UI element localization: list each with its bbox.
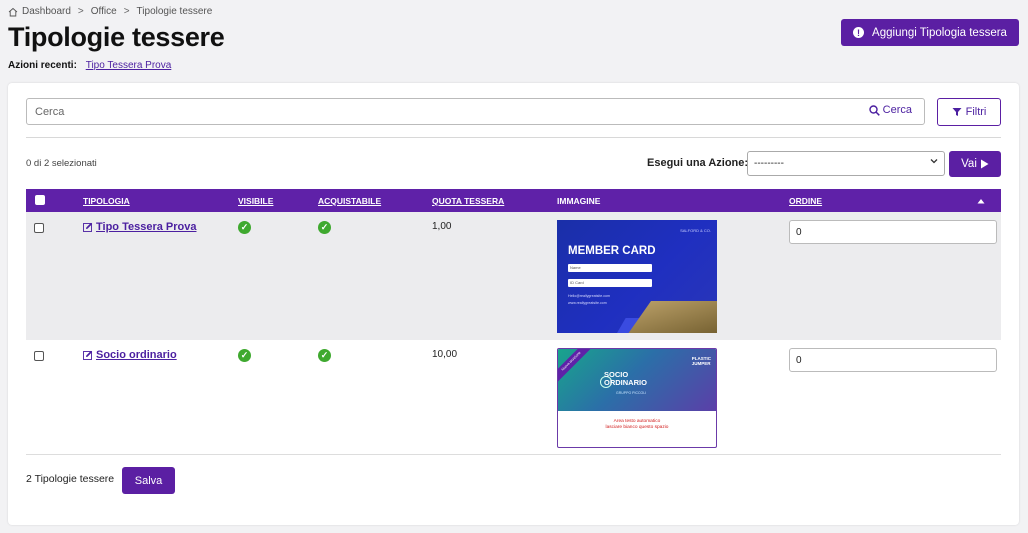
- filter-button[interactable]: Filtri: [937, 98, 1001, 126]
- breadcrumb-dashboard[interactable]: Dashboard: [22, 6, 71, 17]
- home-icon[interactable]: [8, 7, 18, 17]
- column-immagine: IMMAGINE: [557, 195, 601, 206]
- card-type-link[interactable]: Socio ordinario: [83, 349, 177, 361]
- divider: [26, 137, 1001, 138]
- action-select-value: ---------: [754, 158, 784, 169]
- table-row: Socio ordinario ✓ ✓ 10,00 Nuova iscrizio…: [26, 340, 1001, 454]
- card-field: ID Card: [568, 279, 652, 287]
- chevron-down-icon: [930, 159, 938, 164]
- recent-actions-label: Azioni recenti:: [8, 60, 77, 71]
- socio-card-image: Nuova iscrizione SOCIO ORDINARIO GRUPPO P…: [557, 348, 717, 448]
- fee-value: 1,00: [432, 221, 452, 232]
- filter-icon: [952, 108, 962, 116]
- search-bar: Cerca: [26, 98, 925, 125]
- main-card: Cerca Filtri 0 di 2 selezionati Esegui u…: [8, 83, 1019, 525]
- order-input[interactable]: 0: [789, 348, 997, 372]
- breadcrumb-separator: >: [123, 6, 130, 17]
- save-button[interactable]: Salva: [122, 467, 175, 494]
- select-all-checkbox[interactable]: [35, 194, 45, 205]
- search-button[interactable]: Cerca: [868, 104, 912, 116]
- card-decoration: [622, 301, 717, 333]
- card-text: www.reallygreatsite.com: [568, 301, 607, 305]
- card-text: Hello@reallygreatsite.com: [568, 294, 610, 298]
- breadcrumb-office[interactable]: Office: [91, 6, 117, 17]
- filter-button-label: Filtri: [965, 106, 987, 118]
- card-types-table: TIPOLOGIA VISIBILE ACQUISTABILE QUOTA TE…: [26, 189, 1001, 455]
- table-row: Tipo Tessera Prova ✓ ✓ 1,00 SALFORD & CO…: [26, 212, 1001, 340]
- play-icon: [980, 159, 989, 169]
- column-tipologia[interactable]: TIPOLOGIA: [83, 189, 238, 212]
- row-checkbox[interactable]: [34, 351, 44, 361]
- column-visibile[interactable]: VISIBILE: [238, 189, 318, 212]
- recent-actions: Azioni recenti: Tipo Tessera Prova: [8, 60, 171, 71]
- search-icon: [868, 104, 880, 116]
- check-circle-icon: ✓: [238, 221, 251, 234]
- card-note: Area testo automatico lasciare bianco que…: [605, 419, 669, 430]
- column-quota-tessera[interactable]: QUOTA TESSERA: [432, 189, 557, 212]
- row-checkbox[interactable]: [34, 223, 44, 233]
- search-input[interactable]: [27, 99, 807, 124]
- recent-action-link[interactable]: Tipo Tessera Prova: [86, 60, 172, 71]
- select-all-cell: [26, 189, 83, 212]
- add-card-type-button[interactable]: ! Aggiungi Tipologia tessera: [841, 19, 1019, 46]
- info-icon: !: [853, 27, 865, 38]
- card-title: MEMBER CARD: [568, 245, 656, 257]
- column-acquistabile[interactable]: ACQUISTABILE: [318, 189, 432, 212]
- card-type-link[interactable]: Tipo Tessera Prova: [83, 221, 196, 233]
- card-subtitle: GRUPPO PICCOLI: [616, 391, 647, 395]
- member-card-image: SALFORD & CO. MEMBER CARD Name ID Card H…: [557, 220, 717, 333]
- action-label: Esegui una Azione:: [647, 157, 749, 169]
- go-button[interactable]: Vai: [949, 151, 1001, 177]
- card-field: Name: [568, 264, 652, 272]
- go-button-label: Vai: [961, 158, 977, 170]
- edit-icon: [83, 350, 93, 360]
- card-logo: PLASTIC JUMPER: [691, 356, 711, 366]
- search-button-label: Cerca: [882, 104, 912, 116]
- card-type-name: Socio ordinario: [96, 349, 177, 361]
- page-title: Tipologie tessere: [8, 22, 225, 52]
- sort-cell: [977, 189, 1001, 212]
- breadcrumb-current: Tipologie tessere: [136, 6, 213, 17]
- breadcrumb-separator: >: [77, 6, 84, 17]
- breadcrumb: Dashboard > Office > Tipologie tessere: [8, 6, 212, 17]
- card-brand: SALFORD & CO.: [680, 228, 711, 233]
- edit-icon: [83, 222, 93, 232]
- add-card-type-label: Aggiungi Tipologia tessera: [872, 26, 1007, 39]
- sort-up-icon[interactable]: [977, 198, 985, 204]
- card-title: SOCIO ORDINARIO: [604, 370, 647, 387]
- card-type-name: Tipo Tessera Prova: [96, 221, 197, 233]
- action-select[interactable]: ---------: [747, 151, 945, 176]
- table-header-row: TIPOLOGIA VISIBILE ACQUISTABILE QUOTA TE…: [26, 189, 1001, 212]
- order-input[interactable]: 0: [789, 220, 997, 244]
- check-circle-icon: ✓: [318, 349, 331, 362]
- check-circle-icon: ✓: [318, 221, 331, 234]
- column-ordine[interactable]: ORDINE: [789, 189, 977, 212]
- result-count: 2 Tipologie tessere: [26, 473, 115, 485]
- check-circle-icon: ✓: [238, 349, 251, 362]
- fee-value: 10,00: [432, 349, 458, 360]
- selection-count: 0 di 2 selezionati: [26, 158, 97, 169]
